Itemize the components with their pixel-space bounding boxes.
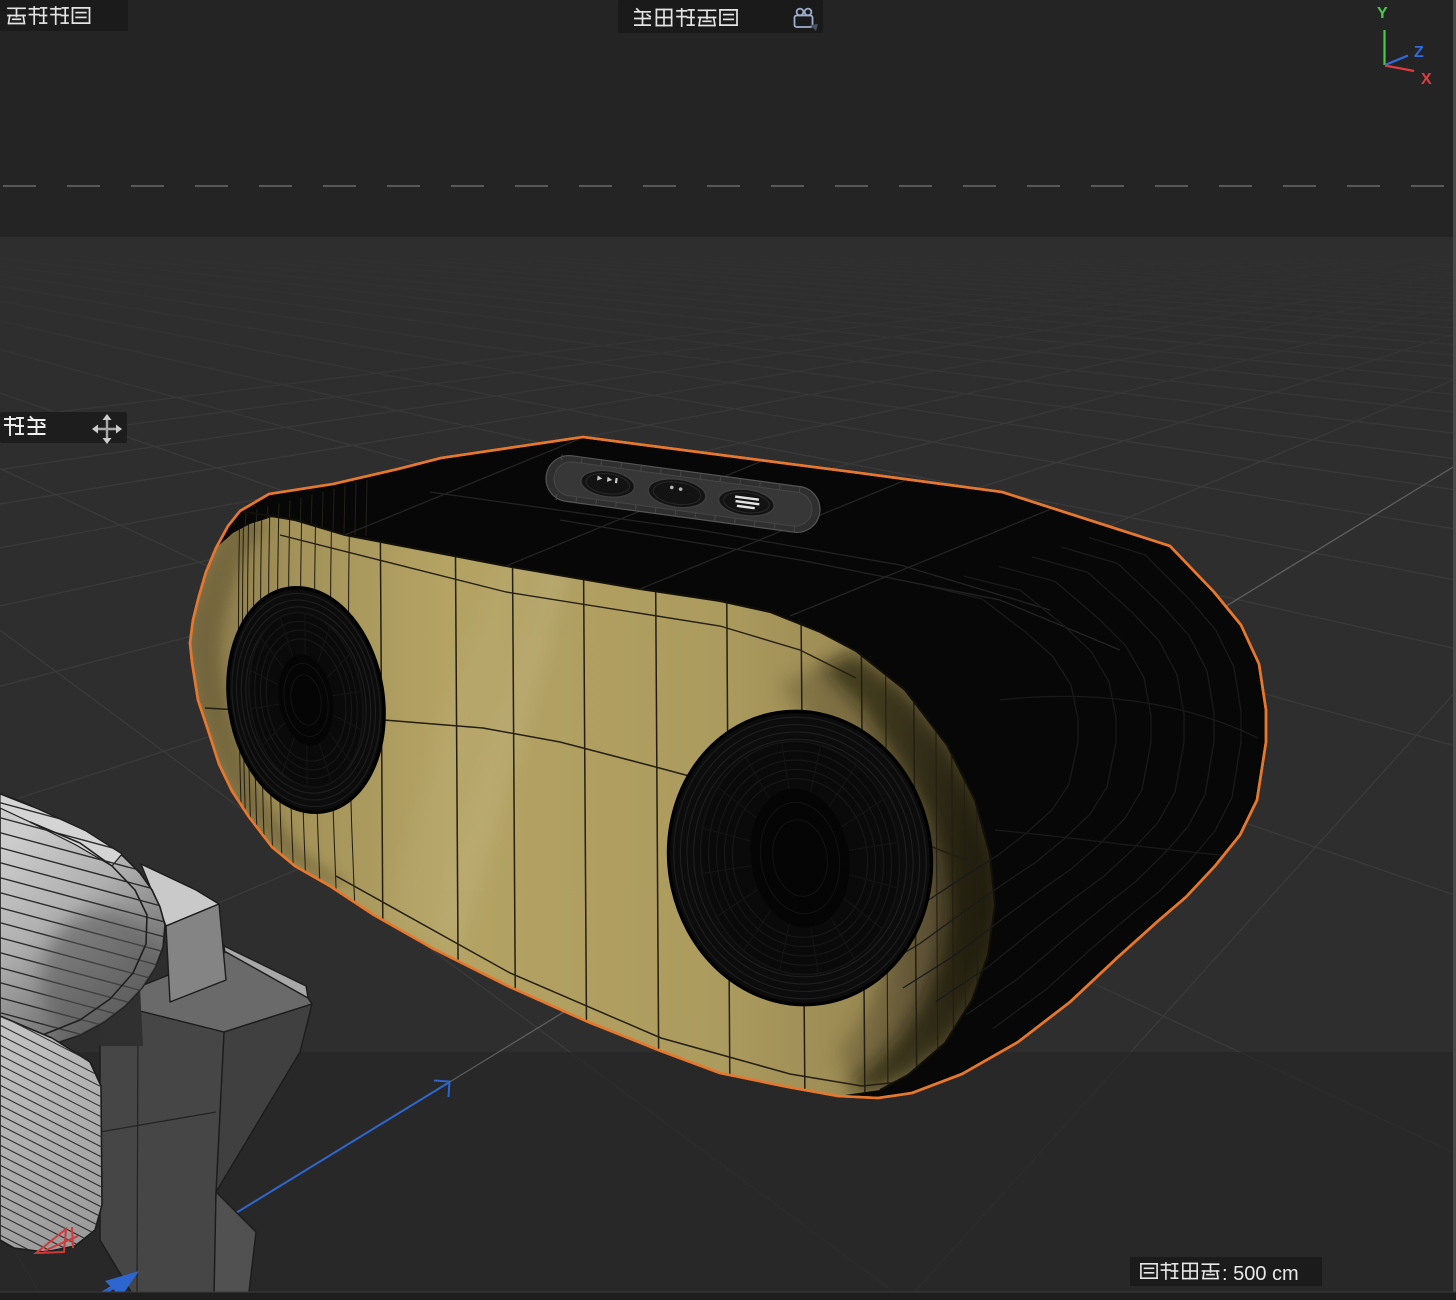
svg-text:Y: Y [1377,5,1388,22]
svg-text:: 500 cm: : 500 cm [1222,1263,1299,1285]
svg-text:Z: Z [1414,44,1424,61]
svg-text:X: X [1421,71,1432,88]
